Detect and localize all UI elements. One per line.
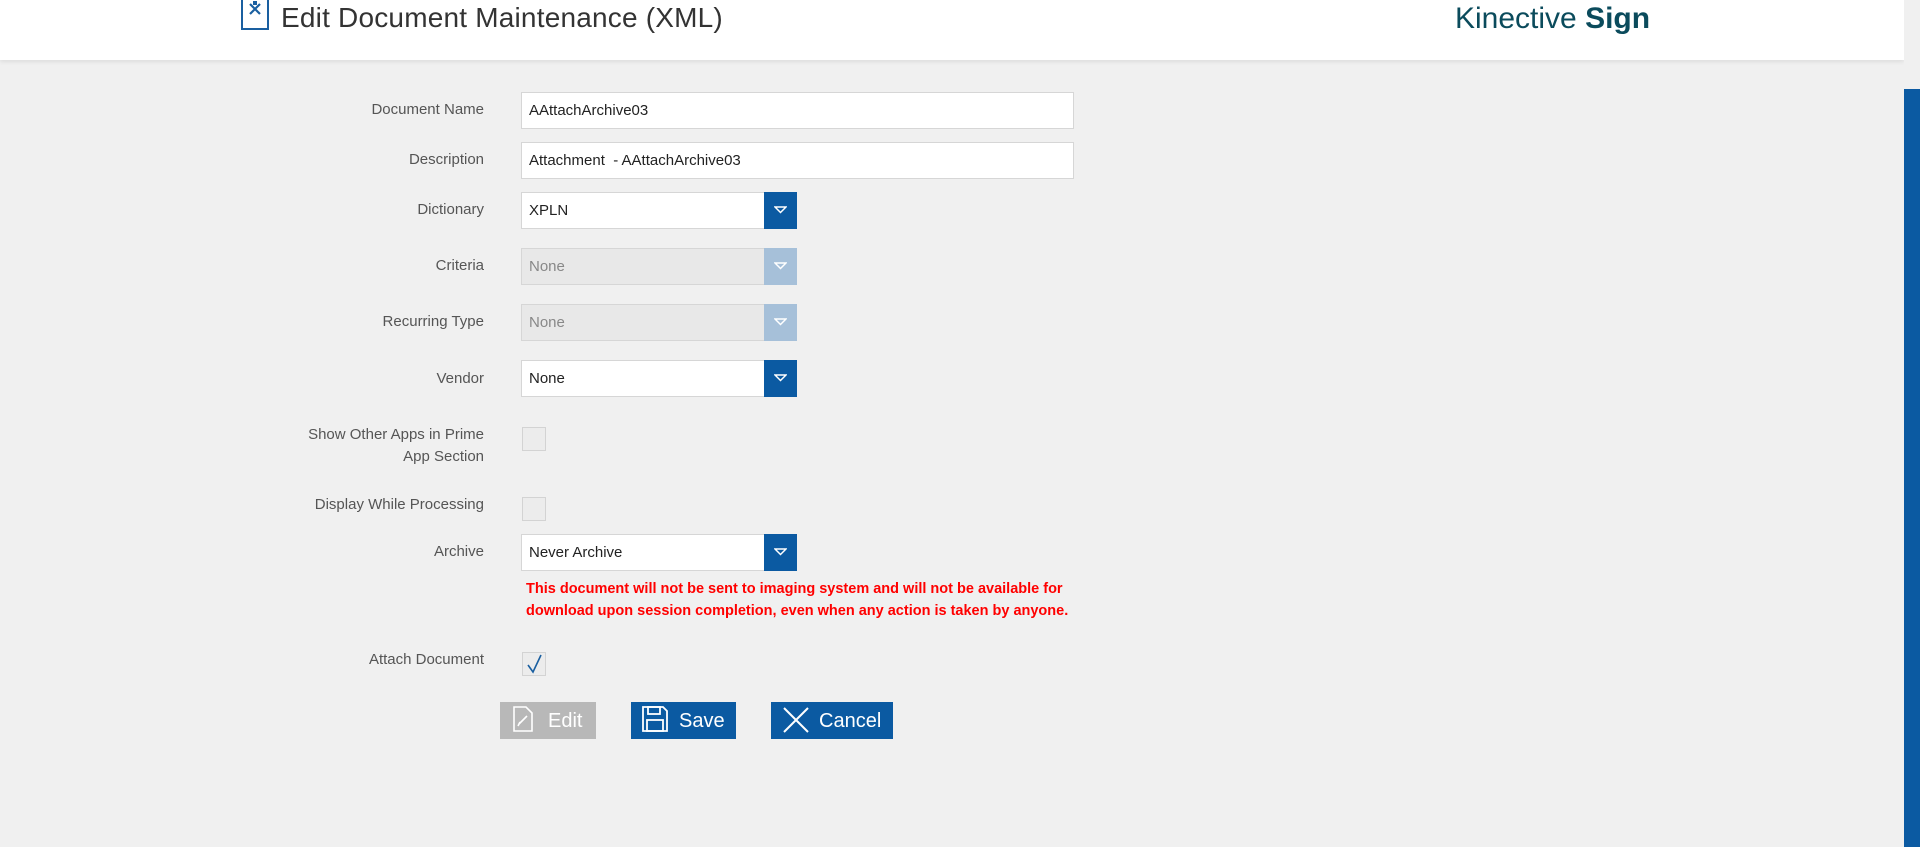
vendor-select[interactable]: None [521,360,797,397]
document-tools-icon [241,0,269,30]
description-label: Description [408,151,484,168]
show-other-apps-label-line1: Show Other Apps in Prime [308,426,484,443]
show-other-apps-label: Show Other Apps in Prime App Section [214,424,484,468]
attach-document-label: Attach Document [368,651,484,668]
description-input[interactable] [521,142,1074,179]
archive-warning-message: This document will not be sent to imagin… [526,578,1086,622]
display-while-processing-label: Display While Processing [314,496,484,513]
save-button[interactable]: Save [631,702,736,739]
dictionary-dropdown-button[interactable] [764,192,797,229]
criteria-label: Criteria [435,257,484,274]
chevron-down-icon [774,262,787,270]
chevron-down-icon [774,318,787,326]
floppy-disk-icon [642,706,668,732]
save-button-label: Save [679,710,725,732]
checkmark-icon [527,654,542,674]
document-name-label: Document Name [371,101,484,118]
page-header: Edit Document Maintenance (XML) Kinectiv… [0,0,1904,60]
brand-logo: Kinective Sign [1455,2,1650,36]
dictionary-select[interactable]: XPLN [521,192,797,229]
display-while-processing-checkbox[interactable] [522,497,546,521]
close-icon [783,707,809,733]
criteria-dropdown-button [764,248,797,285]
archive-warning-line1: This document will not be sent to imagin… [526,581,1063,597]
archive-label: Archive [433,543,484,560]
cancel-button[interactable]: Cancel [771,702,893,739]
dictionary-select-value: XPLN [529,202,569,219]
recurring-type-label: Recurring Type [382,313,484,330]
vendor-select-value: None [529,370,565,387]
edit-button-label: Edit [548,710,583,732]
attach-document-checkbox[interactable] [522,652,546,676]
show-other-apps-checkbox[interactable] [522,427,546,451]
chevron-down-icon [774,206,787,214]
criteria-select: None [521,248,797,285]
edit-document-icon [513,706,533,732]
cancel-button-label: Cancel [819,710,882,732]
archive-warning-line2: download upon session completion, even w… [526,603,1069,619]
document-name-input[interactable] [521,92,1074,129]
recurring-type-select-value: None [529,314,565,331]
brand-name-regular: Kinective [1455,2,1577,35]
archive-dropdown-button[interactable] [764,534,797,571]
archive-select[interactable]: Never Archive [521,534,797,571]
chevron-down-icon [774,374,787,382]
brand-name-bold: Sign [1585,2,1651,35]
edit-button[interactable]: Edit [500,702,596,739]
scrollbar-thumb[interactable] [1904,89,1920,847]
recurring-type-dropdown-button [764,304,797,341]
archive-select-value: Never Archive [529,544,623,561]
dictionary-label: Dictionary [417,201,484,218]
page-title: Edit Document Maintenance (XML) [281,2,723,33]
criteria-select-value: None [529,258,565,275]
recurring-type-select: None [521,304,797,341]
page: Edit Document Maintenance (XML) Kinectiv… [0,0,1920,847]
chevron-down-icon [774,548,787,556]
vendor-label: Vendor [436,370,484,387]
show-other-apps-label-line2: App Section [403,448,484,465]
vendor-dropdown-button[interactable] [764,360,797,397]
